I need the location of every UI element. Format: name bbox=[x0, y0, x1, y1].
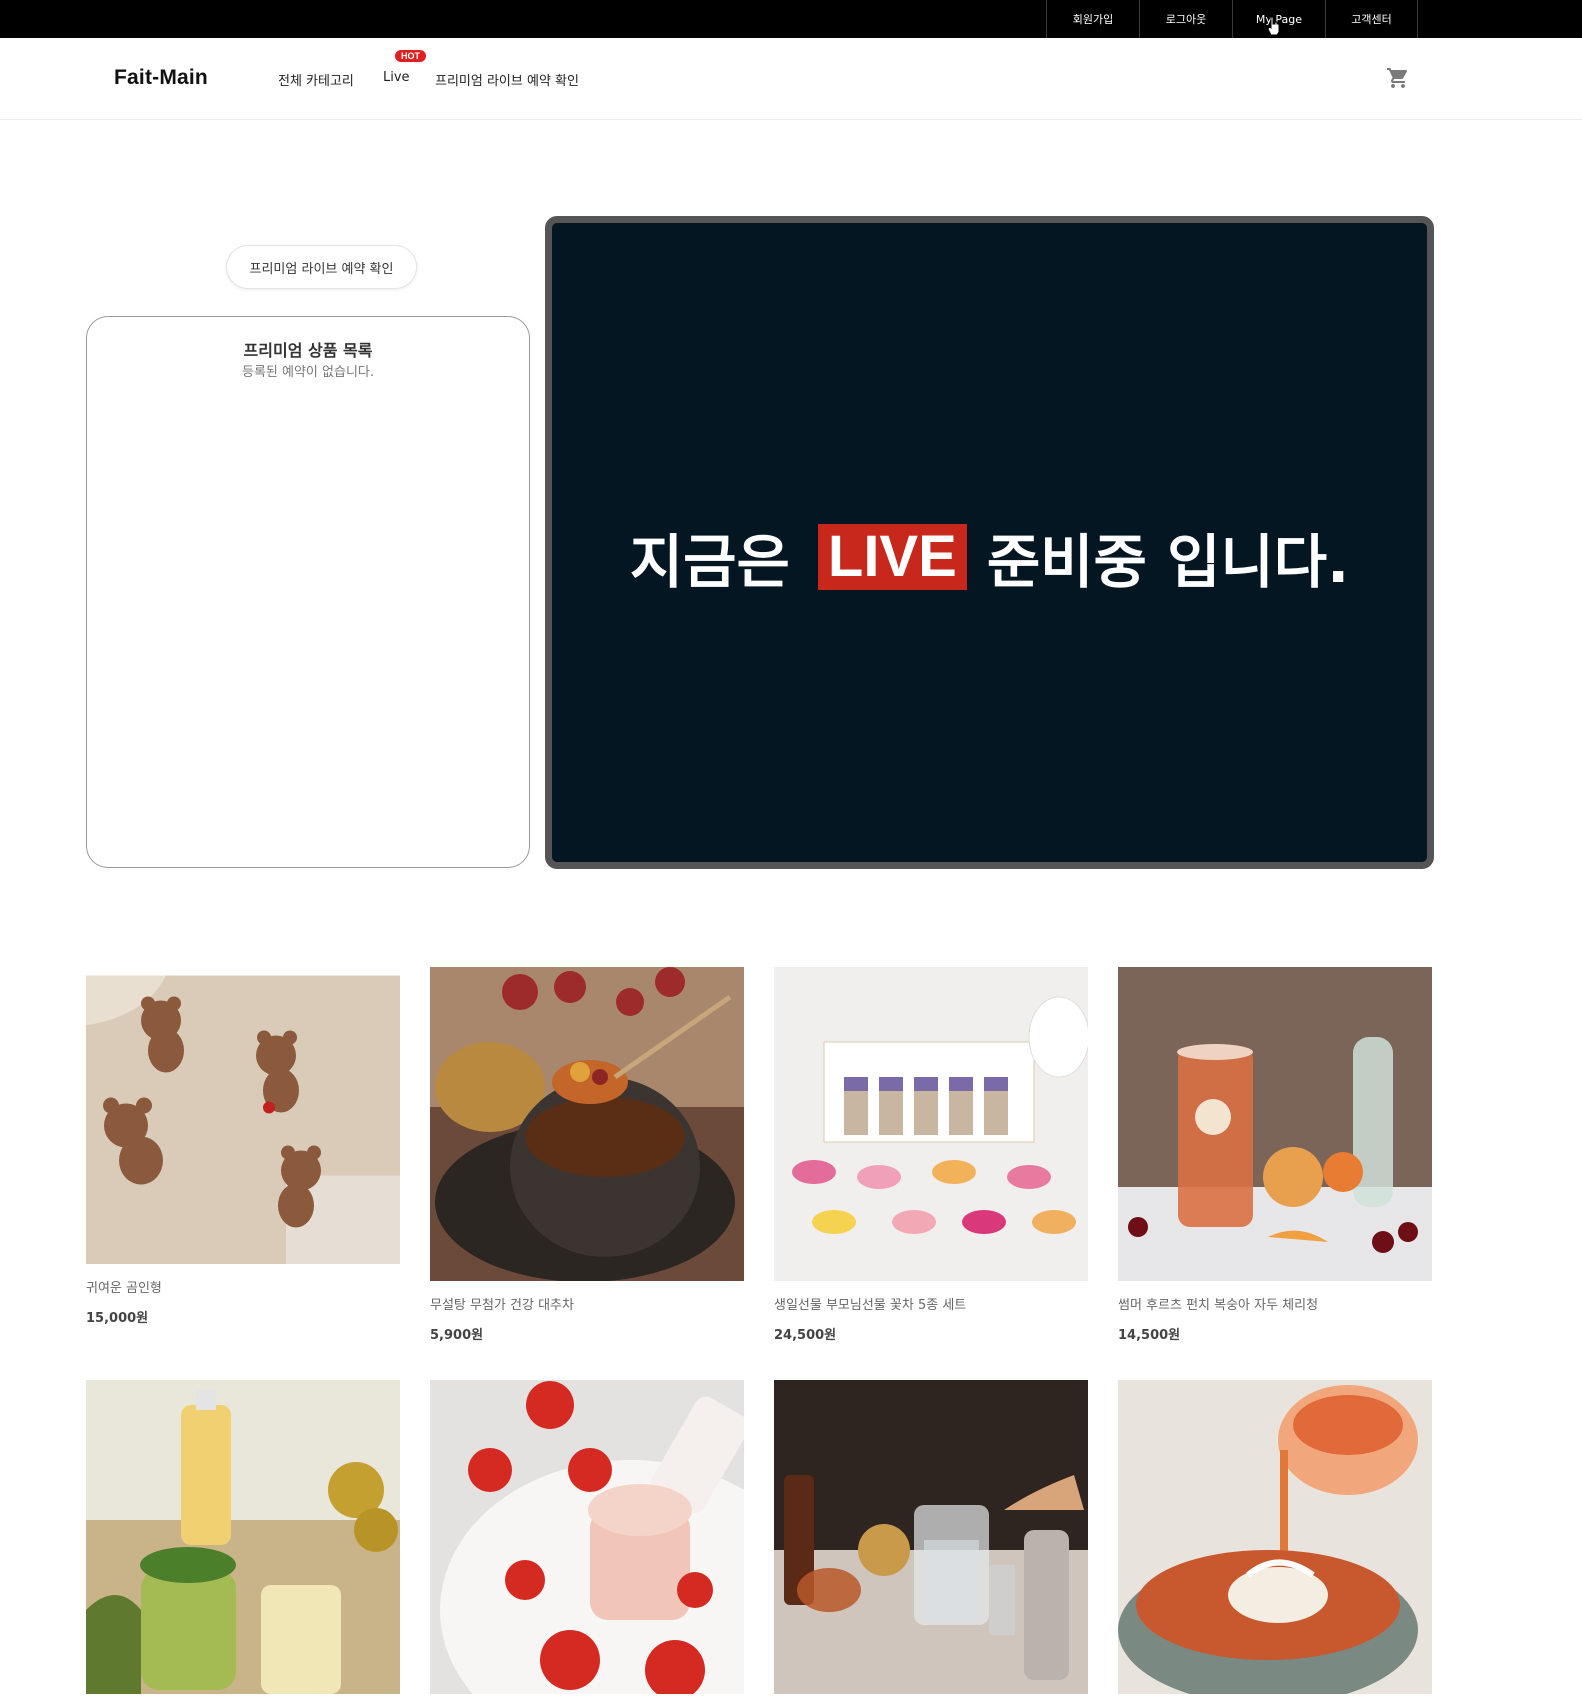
product-image-fruit-punch[interactable] bbox=[1118, 967, 1432, 1281]
tea-pitcher-image bbox=[774, 1380, 1088, 1694]
jujube-tea-image bbox=[430, 967, 744, 1281]
live-status-message: 지금은 LIVE 준비중 입니다. bbox=[552, 515, 1427, 599]
product-name[interactable]: 생일선물 부모님선물 꽃차 5종 세트 bbox=[774, 1294, 966, 1313]
product-image-tea-pitcher[interactable] bbox=[774, 1380, 1088, 1694]
fruit-punch-image bbox=[1118, 967, 1432, 1281]
premium-reservation-button[interactable]: 프리미엄 라이브 예약 확인 bbox=[226, 245, 417, 289]
live-badge: LIVE bbox=[817, 524, 967, 590]
nav-all-categories[interactable]: 전체 카테고리 bbox=[278, 70, 354, 89]
product-image-plum-ade[interactable] bbox=[430, 1380, 744, 1694]
live-text-after: 준비중 입니다. bbox=[986, 528, 1350, 596]
live-video-player[interactable]: 지금은 LIVE 준비중 입니다. bbox=[545, 216, 1434, 869]
product-card[interactable] bbox=[774, 1380, 1088, 1694]
plum-ade-image bbox=[430, 1380, 744, 1694]
site-logo[interactable]: Fait-Main bbox=[114, 66, 208, 90]
signup-link[interactable]: 회원가입 bbox=[1046, 0, 1139, 38]
product-card[interactable] bbox=[430, 1380, 744, 1694]
top-utility-bar: 회원가입 로그아웃 My Page 고객센터 bbox=[0, 0, 1582, 38]
product-price: 5,900원 bbox=[430, 1328, 484, 1343]
product-card[interactable] bbox=[86, 1380, 400, 1694]
product-image-jujube-tea[interactable] bbox=[430, 967, 744, 1281]
citrus-drink-image bbox=[86, 1380, 400, 1694]
product-card[interactable]: 무설탕 무첨가 건강 대추차 5,900원 bbox=[430, 967, 744, 1347]
premium-empty-message: 등록된 예약이 없습니다. bbox=[242, 365, 374, 380]
main-header: Fait-Main 전체 카테고리 Live HOT 프리미엄 라이브 예약 확… bbox=[0, 38, 1582, 120]
premium-product-panel: 프리미엄 상품 목록 등록된 예약이 없습니다. bbox=[86, 316, 530, 868]
live-text-before: 지금은 bbox=[629, 528, 790, 596]
product-price: 24,500원 bbox=[774, 1328, 837, 1343]
product-name[interactable]: 썸머 후르츠 펀치 복숭아 자두 체리청 bbox=[1118, 1294, 1318, 1313]
product-price: 15,000원 bbox=[86, 1311, 149, 1326]
product-card[interactable] bbox=[1118, 1380, 1432, 1694]
product-image-cold-noodle[interactable] bbox=[1118, 1380, 1432, 1694]
customer-center-link[interactable]: 고객센터 bbox=[1325, 0, 1418, 38]
nav-live[interactable]: Live bbox=[383, 70, 410, 85]
nav-premium-reservation[interactable]: 프리미엄 라이브 예약 확인 bbox=[435, 70, 579, 89]
product-card[interactable]: 썸머 후르츠 펀치 복숭아 자두 체리청 14,500원 bbox=[1118, 967, 1432, 1347]
cold-noodle-image bbox=[1118, 1380, 1432, 1694]
logout-link[interactable]: 로그아웃 bbox=[1139, 0, 1232, 38]
product-price: 14,500원 bbox=[1118, 1328, 1181, 1343]
hot-badge: HOT bbox=[395, 50, 426, 62]
premium-panel-title: 프리미엄 상품 목록 bbox=[243, 341, 373, 360]
flower-tea-set-image bbox=[774, 967, 1088, 1281]
product-image-flower-tea[interactable] bbox=[774, 967, 1088, 1281]
teddy-bear-image bbox=[86, 975, 400, 1264]
product-name[interactable]: 귀여운 곰인형 bbox=[86, 1277, 162, 1296]
product-image-citrus-drink[interactable] bbox=[86, 1380, 400, 1694]
shopping-cart-icon[interactable] bbox=[1385, 66, 1411, 90]
hand-cursor-icon bbox=[1267, 16, 1280, 36]
product-card[interactable]: 귀여운 곰인형 15,000원 bbox=[86, 967, 400, 1347]
product-image-teddy-bears[interactable] bbox=[86, 967, 400, 1264]
product-name[interactable]: 무설탕 무첨가 건강 대추차 bbox=[430, 1294, 574, 1313]
product-card[interactable]: 생일선물 부모님선물 꽃차 5종 세트 24,500원 bbox=[774, 967, 1088, 1347]
